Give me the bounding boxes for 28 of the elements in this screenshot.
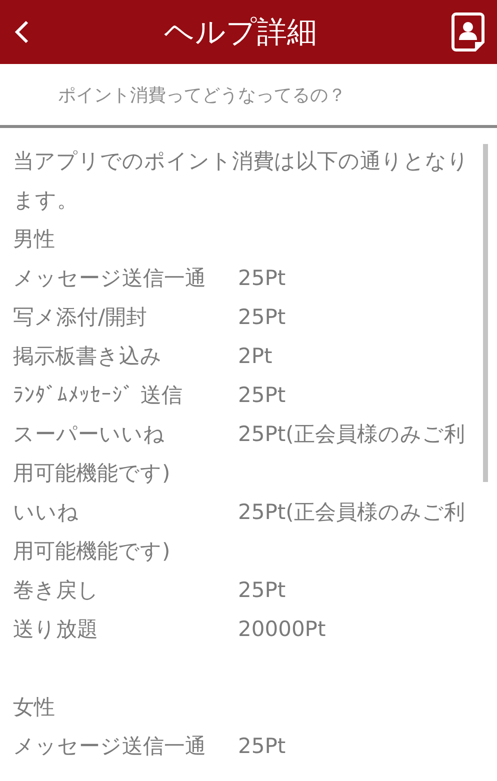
point-cost: 2Pt (238, 343, 272, 370)
point-cost: 25Pt (238, 304, 286, 331)
scrollbar[interactable] (483, 144, 488, 482)
item-label: 掲示板書き込み (13, 344, 162, 368)
point-cost: 25Pt(正会員様のみご利 (238, 421, 465, 448)
item-label: いいね (13, 500, 79, 524)
item-label: メッセージ送信一通 (13, 734, 206, 758)
point-cost: 25Pt (238, 265, 286, 292)
item-label: ﾗﾝﾀﾞﾑﾒｯｾｰｼﾞ 送信 (13, 383, 183, 407)
section-heading: 男性 (13, 226, 55, 253)
item-label: 送り放題 (13, 617, 98, 641)
point-cost: 20000Pt (238, 616, 326, 643)
screen-title: ヘルプ詳細 (164, 14, 317, 52)
item-label: 巻き戻し (13, 578, 99, 602)
point-cost: 25Pt (238, 733, 286, 760)
profile-card-icon[interactable] (451, 12, 485, 52)
item-label: メッセージ送信一通 (13, 266, 206, 290)
section-heading: 女性 (13, 694, 55, 721)
item-label: スーパーいいね (13, 422, 165, 446)
back-button[interactable] (14, 19, 30, 45)
point-cost: 25Pt (238, 382, 286, 409)
point-cost: 25Pt (238, 577, 286, 604)
item-label: 写メ添付/開封 (13, 305, 148, 329)
intro-paragraph: 当アプリでのポイント消費は以下の通りとなります。 (13, 148, 470, 214)
text-line: 用可能機能です) (13, 538, 170, 565)
point-cost: 25Pt(正会員様のみご利 (238, 499, 465, 526)
question-title: ポイント消費ってどうなってるの？ (58, 84, 346, 106)
text-line: 用可能機能です) (13, 460, 170, 487)
